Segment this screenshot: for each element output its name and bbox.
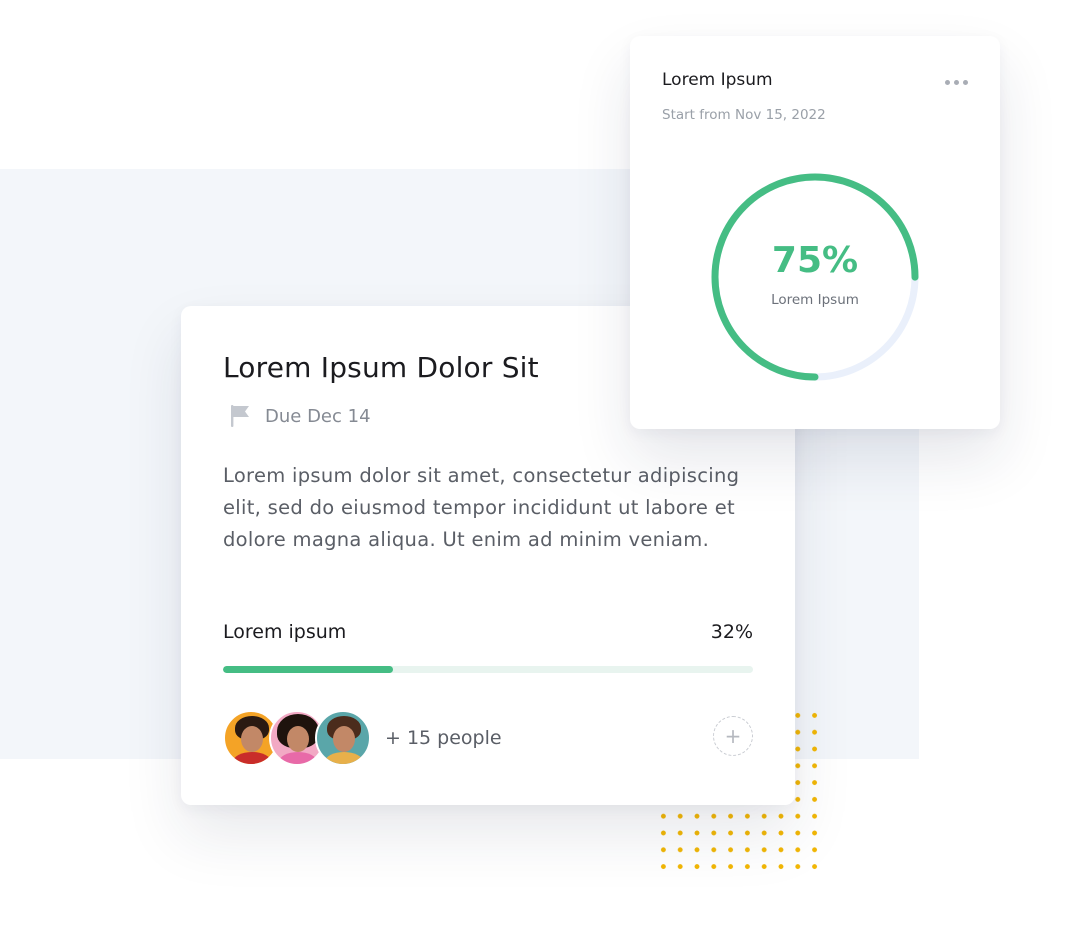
avatar-face (241, 726, 263, 752)
avatar-face (333, 726, 355, 752)
menu-dot (945, 80, 950, 85)
menu-dot (963, 80, 968, 85)
progress-bar-fill (223, 666, 393, 673)
avatar-face (287, 726, 309, 752)
progress-bar (223, 666, 753, 673)
task-title: Lorem Ipsum Dolor Sit (223, 351, 539, 384)
avatar-body (279, 752, 317, 764)
plus-icon: + (724, 724, 742, 748)
more-horizontal-icon[interactable] (945, 76, 968, 89)
add-member-button[interactable]: + (713, 716, 753, 756)
stat-card-subtitle: Start from Nov 15, 2022 (662, 107, 826, 123)
progress-percent: 32% (710, 621, 753, 643)
progress-stat-card[interactable]: Lorem Ipsum Start from Nov 15, 2022 75% … (630, 36, 1000, 429)
avatar-body (325, 752, 363, 764)
menu-dot (954, 80, 959, 85)
assignee-avatars[interactable]: + 15 people (223, 710, 502, 766)
ring-percent: 75% (771, 240, 859, 281)
avatar-body (233, 752, 271, 764)
task-description: Lorem ipsum dolor sit amet, consectetur … (223, 464, 740, 551)
progress-label: Lorem ipsum (223, 621, 347, 643)
ring-label: Lorem Ipsum (771, 292, 859, 308)
avatar[interactable] (315, 710, 371, 766)
stat-card-title: Lorem Ipsum (662, 70, 773, 90)
due-date: Due Dec 14 (229, 404, 371, 428)
people-count: + 15 people (385, 727, 502, 749)
due-date-label: Due Dec 14 (265, 405, 371, 427)
flag-icon (231, 405, 249, 427)
